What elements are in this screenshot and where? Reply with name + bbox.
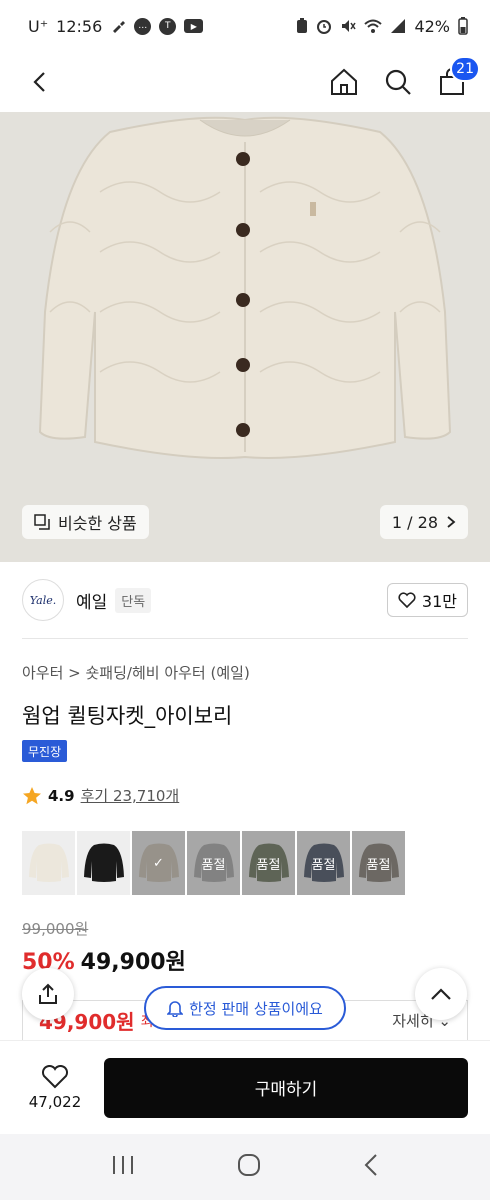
scroll-top-button[interactable] (415, 968, 467, 1020)
share-button[interactable] (22, 968, 74, 1020)
talk-icon: T (159, 17, 177, 35)
brush-icon (110, 18, 126, 34)
brand-like-count: 31만 (421, 592, 457, 611)
share-icon (39, 983, 57, 1004)
search-button[interactable] (382, 66, 414, 98)
breadcrumb[interactable]: 아우터 > 숏패딩/헤비 아우터 (예일) (22, 662, 250, 683)
back-arrow-icon (364, 1154, 377, 1176)
promo-badge: 무진장 (22, 740, 68, 762)
bell-icon (167, 1001, 184, 1017)
heart-icon (398, 592, 416, 608)
cart-button[interactable]: 21 (436, 56, 480, 98)
divider (22, 638, 468, 639)
color-swatch[interactable] (77, 831, 130, 895)
color-options: ✓ 품절 품절 품절 품절 (22, 831, 405, 895)
bottom-action-bar: 47,022 구매하기 (0, 1040, 490, 1134)
battery-saver-icon (296, 18, 308, 34)
copy-icon (34, 514, 50, 530)
cart-count-badge: 21 (450, 56, 480, 82)
rating-score: 4.9 (48, 786, 75, 805)
rating-row: 4.9 후기 23,710개 (22, 785, 179, 806)
color-swatch[interactable]: 품절 (352, 831, 405, 895)
youtube-icon: ▶ (184, 19, 204, 33)
time-label: 12:56 (56, 16, 103, 36)
image-pager-label: 1 / 28 (391, 512, 438, 532)
color-swatch[interactable]: ✓ (132, 831, 185, 895)
recent-apps-icon (113, 1156, 133, 1174)
brand-row: Yale. 예일 단독 31만 (22, 578, 468, 622)
toast-label: 한정 판매 상품이에요 (189, 999, 323, 1018)
swatch-overlay: 품절 (242, 831, 295, 895)
exclusive-tag: 단독 (115, 587, 152, 613)
swatch-overlay: 품절 (352, 831, 405, 895)
home-icon (331, 68, 357, 95)
limited-sale-toast: 한정 판매 상품이에요 (144, 986, 346, 1030)
product-title: 웜업 퀼팅자켓_아이보리 (22, 704, 233, 728)
home-circle-icon (238, 1154, 260, 1176)
brand-logo[interactable]: Yale. (22, 579, 64, 621)
signal-icon (390, 18, 406, 34)
jacket-thumbnail (83, 843, 124, 882)
brand-logo-text: Yale. (29, 593, 57, 607)
brand-like-button[interactable]: 31만 (386, 583, 468, 617)
mute-icon (340, 18, 357, 34)
carrier-label: U⁺ (28, 16, 49, 36)
image-pager-button[interactable]: 1 / 28 (379, 505, 468, 539)
search-icon (385, 69, 411, 95)
quilted-jacket-image (0, 112, 490, 562)
reviews-link[interactable]: 후기 23,710개 (81, 785, 180, 806)
jacket-thumbnail (28, 843, 69, 882)
swatch-overlay: 품절 (187, 831, 240, 895)
home-button[interactable] (328, 66, 360, 98)
color-swatch[interactable]: 품절 (297, 831, 350, 895)
chevron-left-icon (33, 72, 45, 92)
brand-name[interactable]: 예일 (76, 588, 107, 613)
wifi-icon (364, 18, 383, 34)
recent-apps-button[interactable] (111, 1154, 135, 1180)
battery-icon (458, 17, 468, 35)
product-like-count: 47,022 (28, 1092, 82, 1111)
color-swatch[interactable] (22, 831, 75, 895)
system-home-button[interactable] (237, 1153, 261, 1181)
color-swatch[interactable]: 품절 (187, 831, 240, 895)
star-icon (23, 786, 41, 804)
back-button[interactable] (24, 66, 56, 98)
status-bar: U⁺ 12:56 … T ▶ 42% (0, 0, 490, 52)
product-like-button[interactable]: 47,022 (22, 1064, 88, 1111)
similar-products-label: 비슷한 상품 (58, 514, 137, 533)
system-navigation-bar (0, 1134, 490, 1200)
color-swatch[interactable]: 품절 (242, 831, 295, 895)
sale-price: 49,900원 (80, 950, 186, 975)
system-back-button[interactable] (363, 1153, 379, 1181)
buy-button[interactable]: 구매하기 (104, 1057, 468, 1118)
top-navigation: 21 (0, 52, 490, 112)
heart-icon (41, 1064, 69, 1088)
alarm-icon (316, 18, 332, 34)
chevron-up-icon (431, 988, 451, 1000)
original-price: 99,000원 (22, 920, 89, 938)
chevron-right-icon (447, 516, 456, 528)
chat-bubble-icon: … (134, 17, 152, 35)
swatch-overlay: ✓ (132, 831, 185, 895)
similar-products-button[interactable]: 비슷한 상품 (22, 505, 149, 539)
battery-label: 42% (414, 16, 450, 36)
swatch-overlay: 품절 (297, 831, 350, 895)
product-image-carousel[interactable] (0, 112, 490, 562)
